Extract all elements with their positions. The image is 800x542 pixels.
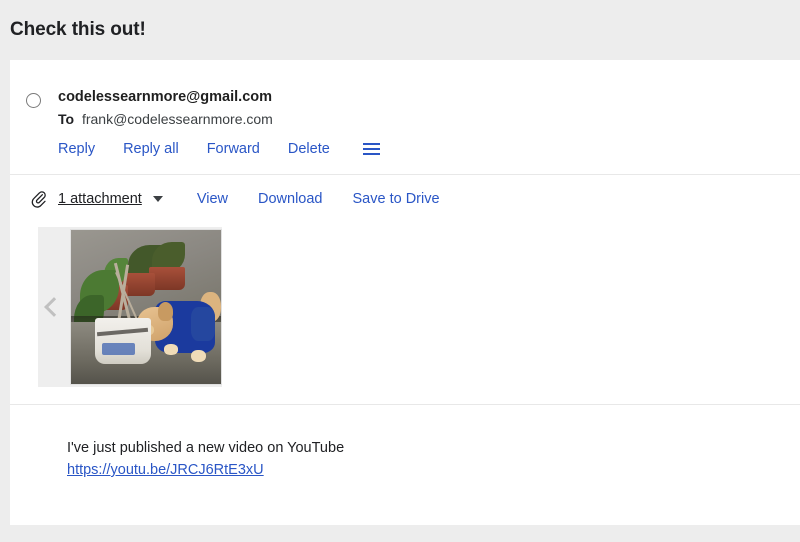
attachment-carousel bbox=[38, 227, 222, 387]
view-button[interactable]: View bbox=[197, 191, 228, 207]
save-to-drive-button[interactable]: Save to Drive bbox=[353, 191, 440, 207]
hamburger-menu-icon[interactable] bbox=[362, 143, 380, 155]
photo-dog-sleeve bbox=[191, 307, 215, 341]
reply-all-button[interactable]: Reply all bbox=[123, 141, 179, 157]
youtube-link[interactable]: https://youtu.be/JRCJ6RtE3xU bbox=[67, 459, 264, 481]
attachment-count[interactable]: 1 attachment bbox=[58, 191, 142, 207]
body-line-1: I've just published a new video on YouTu… bbox=[67, 440, 345, 456]
reply-button[interactable]: Reply bbox=[58, 141, 95, 157]
message-body: I've just published a new video on YouTu… bbox=[10, 405, 800, 481]
message-card: codelessearnmore@gmail.com To frank@code… bbox=[10, 60, 800, 525]
sender-address: codelessearnmore@gmail.com bbox=[58, 89, 273, 105]
page-title: Check this out! bbox=[10, 19, 146, 40]
hamburger-line bbox=[362, 153, 380, 155]
message-action-row: Reply Reply all Forward Delete bbox=[58, 141, 800, 157]
avatar bbox=[26, 93, 41, 108]
attachment-links: View Download Save to Drive bbox=[197, 191, 440, 207]
photo-bucket bbox=[95, 317, 151, 364]
photo-dog-paw bbox=[164, 343, 178, 355]
recipient-address: frank@codelessearnmore.com bbox=[81, 111, 273, 127]
hamburger-line bbox=[362, 143, 380, 145]
download-button[interactable]: Download bbox=[258, 191, 323, 207]
caret-down-icon[interactable] bbox=[152, 196, 163, 202]
photo-dog-paw bbox=[191, 350, 206, 363]
photo-bucket-label bbox=[101, 343, 135, 356]
to-label: To bbox=[58, 111, 75, 127]
photo-dog-ear bbox=[158, 302, 173, 321]
paperclip-icon bbox=[31, 191, 46, 208]
attachment-section: 1 attachment View Download Save to Drive bbox=[10, 175, 800, 405]
subject-bar: Check this out! bbox=[0, 0, 800, 60]
forward-button[interactable]: Forward bbox=[207, 141, 260, 157]
hamburger-line bbox=[362, 148, 380, 150]
attachment-thumbnail[interactable] bbox=[70, 229, 222, 385]
message-header: codelessearnmore@gmail.com To frank@code… bbox=[10, 60, 800, 175]
recipient-line: To frank@codelessearnmore.com bbox=[58, 110, 800, 128]
chevron-left-glyph bbox=[44, 297, 64, 317]
attachment-toolbar: 1 attachment View Download Save to Drive bbox=[10, 175, 800, 209]
photo-bucket-band bbox=[97, 327, 149, 336]
delete-button[interactable]: Delete bbox=[288, 141, 330, 157]
chevron-left-icon[interactable] bbox=[38, 227, 70, 387]
